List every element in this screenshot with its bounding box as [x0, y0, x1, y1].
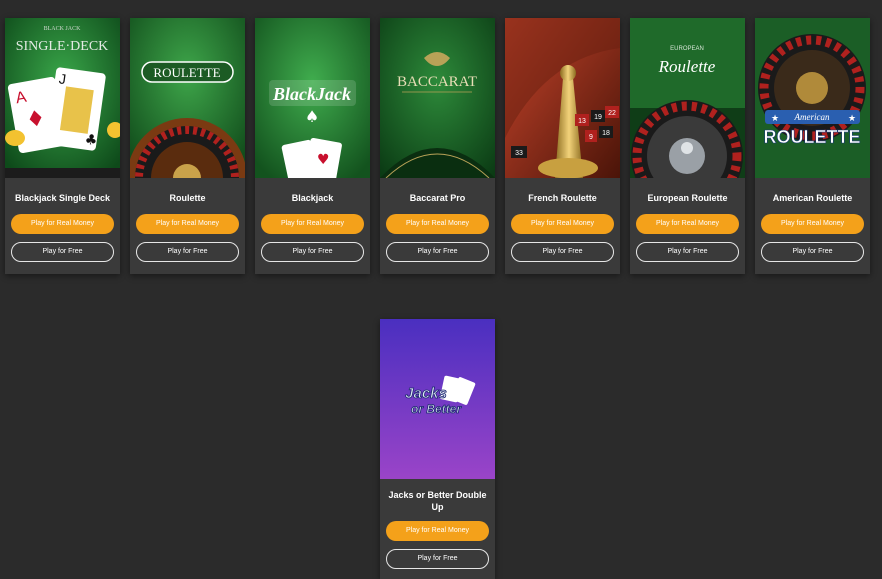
- game-title: American Roulette: [772, 193, 853, 203]
- art-line2: Roulette: [658, 57, 716, 76]
- play-free-button[interactable]: Play for Free: [386, 549, 489, 569]
- art-line2: ROULETTE: [764, 127, 861, 147]
- play-free-button[interactable]: Play for Free: [761, 242, 864, 262]
- play-real-money-button[interactable]: Play for Real Money: [136, 214, 239, 234]
- play-free-button[interactable]: Play for Free: [636, 242, 739, 262]
- art-n3: 19: [594, 114, 602, 121]
- play-real-money-button[interactable]: Play for Real Money: [11, 214, 114, 234]
- play-real-money-button[interactable]: Play for Real Money: [636, 214, 739, 234]
- game-card-blackjack: BlackJack ♠ ♥ Blackjack Play for Real Mo…: [255, 18, 370, 274]
- art-n4: 22: [608, 110, 616, 117]
- art-n6: 18: [602, 130, 610, 137]
- game-thumbnail[interactable]: Jacks or Better: [380, 319, 495, 479]
- art-line1: American: [794, 112, 830, 122]
- game-title: Roulette: [169, 193, 206, 203]
- game-thumbnail[interactable]: ROULETTE: [130, 18, 245, 178]
- art-n1: 33: [515, 150, 523, 157]
- art-line1: BLACK JACK: [44, 26, 82, 32]
- play-real-money-button[interactable]: Play for Real Money: [761, 214, 864, 234]
- art-line1: EUROPEAN: [670, 46, 704, 52]
- art-n2: 13: [578, 118, 586, 125]
- game-title: Jacks or Better Double Up: [388, 490, 487, 512]
- game-title: Blackjack: [291, 193, 334, 203]
- game-card-european-roulette: EUROPEAN Roulette European Roulette Play…: [630, 18, 745, 274]
- play-free-button[interactable]: Play for Free: [261, 242, 364, 262]
- game-thumbnail[interactable]: BACCARAT: [380, 18, 495, 178]
- game-thumbnail[interactable]: American ★ ★ ROULETTE: [755, 18, 870, 178]
- game-card-american-roulette: American ★ ★ ROULETTE American Roulette …: [755, 18, 870, 274]
- game-thumbnail[interactable]: EUROPEAN Roulette: [630, 18, 745, 178]
- svg-text:★: ★: [771, 114, 779, 124]
- svg-text:★: ★: [848, 114, 856, 124]
- play-free-button[interactable]: Play for Free: [136, 242, 239, 262]
- art-line2: or Better: [411, 402, 462, 416]
- game-thumbnail[interactable]: BlackJack ♠ ♥: [255, 18, 370, 178]
- game-thumbnail[interactable]: 33 13 19 22 9 18: [505, 18, 620, 178]
- svg-text:♠: ♠: [305, 107, 319, 126]
- play-free-button[interactable]: Play for Free: [11, 242, 114, 262]
- svg-text:♣: ♣: [84, 132, 99, 150]
- art-n5: 9: [589, 134, 593, 141]
- game-title: European Roulette: [647, 193, 728, 203]
- game-title: French Roulette: [528, 193, 597, 203]
- play-real-money-button[interactable]: Play for Real Money: [261, 214, 364, 234]
- art-line1: ROULETTE: [153, 65, 220, 80]
- game-card-roulette: ROULETTE Roulette Play for Real Money Pl…: [130, 18, 245, 274]
- game-card-blackjack-single-deck: BLACK JACK SINGLE·DECK A J ♣ Blackjack S…: [5, 18, 120, 274]
- game-thumbnail[interactable]: BLACK JACK SINGLE·DECK A J ♣: [5, 18, 120, 178]
- play-real-money-button[interactable]: Play for Real Money: [386, 214, 489, 234]
- svg-text:♥: ♥: [317, 152, 330, 168]
- art-line1: BACCARAT: [397, 74, 477, 90]
- play-real-money-button[interactable]: Play for Real Money: [511, 214, 614, 234]
- game-title: Blackjack Single Deck: [14, 193, 111, 203]
- art-line1: Jacks: [405, 385, 447, 402]
- game-card-baccarat-pro: BACCARAT Baccarat Pro Play for Real Mone…: [380, 18, 495, 274]
- art-line1: BlackJack: [272, 84, 351, 104]
- game-title: Baccarat Pro: [409, 193, 466, 203]
- game-card-french-roulette: 33 13 19 22 9 18 French Roulette Play fo…: [505, 18, 620, 274]
- play-real-money-button[interactable]: Play for Real Money: [386, 521, 489, 541]
- play-free-button[interactable]: Play for Free: [511, 242, 614, 262]
- game-card-jacks-or-better-double-up: Jacks or Better Jacks or Better Double U…: [380, 319, 495, 579]
- art-line2: SINGLE·DECK: [16, 39, 109, 54]
- play-free-button[interactable]: Play for Free: [386, 242, 489, 262]
